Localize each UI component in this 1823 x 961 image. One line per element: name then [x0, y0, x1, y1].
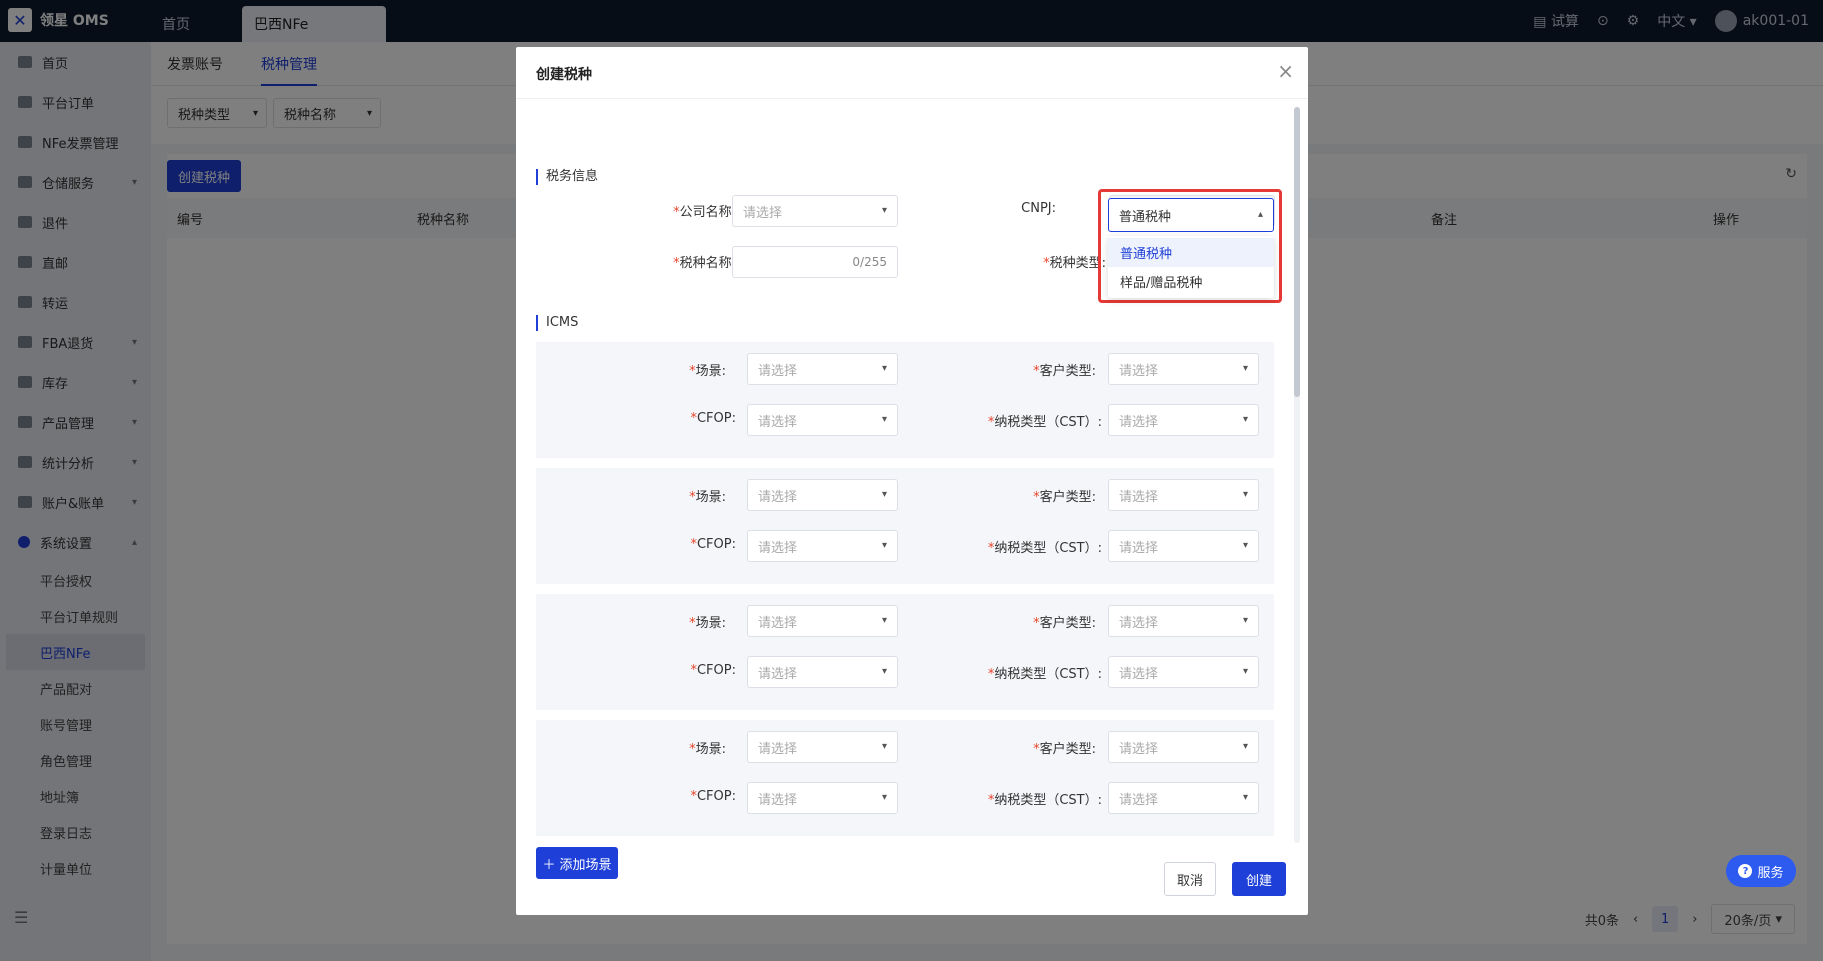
chevron-down-icon: ▾ [1242, 540, 1248, 551]
customer-type-label: *客户类型: [1033, 742, 1096, 757]
customer-type-label: *客户类型: [1033, 616, 1096, 631]
company-label: *公司名称: [673, 205, 736, 220]
cst-select[interactable]: 请选择 ▾ [1108, 530, 1259, 562]
section-tax-info: 税务信息 [536, 169, 598, 185]
scene-block: *场景: 请选择 ▾ *客户类型: 请选择 ▾ *CFOP: 请选择 ▾ *纳税类型（… [536, 720, 1274, 836]
scene-label: *场景: [689, 490, 726, 505]
chevron-down-icon: ▾ [881, 741, 887, 752]
scene-label: *场景: [689, 742, 726, 757]
help-icon: ? [1738, 864, 1753, 878]
cst-label: *纳税类型（CST）: [987, 541, 1102, 556]
cst-label: *纳税类型（CST）: [987, 415, 1102, 430]
cst-select[interactable]: 请选择 ▾ [1108, 656, 1259, 688]
tax-type-option-sample[interactable]: 样品/赠品税种 [1108, 267, 1274, 296]
cfop-label: *CFOP: [690, 663, 736, 678]
tax-type-label: *税种类型: [1043, 256, 1106, 271]
cfop-label: *CFOP: [690, 789, 736, 804]
customer-type-select[interactable]: 请选择 ▾ [1108, 731, 1259, 763]
tax-type-option-normal[interactable]: 普通税种 [1108, 238, 1274, 267]
create-tax-modal: 创建税种 × 税务信息 *公司名称: 请选择 ▾ CNPJ: *税种名称: 0/2… [516, 47, 1308, 915]
scene-select[interactable]: 请选择 ▾ [747, 605, 898, 637]
scene-select[interactable]: 请选择 ▾ [747, 479, 898, 511]
chevron-down-icon: ▾ [1242, 666, 1248, 677]
cst-label: *纳税类型（CST）: [987, 667, 1102, 682]
company-select[interactable]: 请选择 ▾ [732, 195, 898, 227]
cfop-select[interactable]: 请选择 ▾ [747, 782, 898, 814]
scene-label: *场景: [689, 616, 726, 631]
chevron-down-icon: ▾ [881, 792, 887, 803]
plus-icon: ＋ [542, 857, 556, 873]
cfop-label: *CFOP: [690, 411, 736, 426]
customer-type-select[interactable]: 请选择 ▾ [1108, 605, 1259, 637]
cfop-label: *CFOP: [690, 537, 736, 552]
chevron-up-icon: ▴ [1257, 209, 1263, 220]
scene-block: *场景: 请选择 ▾ *客户类型: 请选择 ▾ *CFOP: 请选择 ▾ *纳税类型（… [536, 468, 1274, 584]
cfop-select[interactable]: 请选择 ▾ [747, 530, 898, 562]
chevron-down-icon: ▾ [881, 414, 887, 425]
customer-type-label: *客户类型: [1033, 490, 1096, 505]
chevron-down-icon: ▾ [1242, 414, 1248, 425]
chevron-down-icon: ▾ [1242, 792, 1248, 803]
cancel-button[interactable]: 取消 [1164, 862, 1216, 896]
create-button[interactable]: 创建 [1232, 862, 1286, 896]
chevron-down-icon: ▾ [881, 540, 887, 551]
service-button[interactable]: ? 服务 [1726, 855, 1796, 887]
chevron-down-icon: ▾ [881, 205, 887, 216]
cst-select[interactable]: 请选择 ▾ [1108, 782, 1259, 814]
chevron-down-icon: ▾ [1242, 489, 1248, 500]
scene-select[interactable]: 请选择 ▾ [747, 353, 898, 385]
add-scene-button[interactable]: ＋添加场景 [536, 847, 618, 879]
cst-select[interactable]: 请选择 ▾ [1108, 404, 1259, 436]
customer-type-select[interactable]: 请选择 ▾ [1108, 479, 1259, 511]
tax-name-label: *税种名称: [673, 256, 736, 271]
chevron-down-icon: ▾ [1242, 363, 1248, 374]
tax-type-dropdown: 普通税种 样品/赠品税种 [1108, 236, 1274, 298]
customer-type-label: *客户类型: [1033, 364, 1096, 379]
tax-type-select[interactable]: 普通税种 ▴ [1108, 198, 1274, 232]
customer-type-select[interactable]: 请选择 ▾ [1108, 353, 1259, 385]
close-icon[interactable]: × [1277, 59, 1294, 83]
scene-block: *场景: 请选择 ▾ *客户类型: 请选择 ▾ *CFOP: 请选择 ▾ *纳税类型（… [536, 342, 1274, 458]
cnpj-label: CNPJ: [1021, 201, 1056, 216]
scene-block: *场景: 请选择 ▾ *客户类型: 请选择 ▾ *CFOP: 请选择 ▾ *纳税类型（… [536, 594, 1274, 710]
scene-label: *场景: [689, 364, 726, 379]
cfop-select[interactable]: 请选择 ▾ [747, 656, 898, 688]
section-icms: ICMS [536, 315, 578, 331]
tax-name-input[interactable]: 0/255 [732, 246, 898, 278]
chevron-down-icon: ▾ [881, 666, 887, 677]
modal-title: 创建税种 [536, 67, 592, 83]
modal-header: 创建税种 × [516, 47, 1308, 99]
cst-label: *纳税类型（CST）: [987, 793, 1102, 808]
scene-select[interactable]: 请选择 ▾ [747, 731, 898, 763]
cfop-select[interactable]: 请选择 ▾ [747, 404, 898, 436]
chevron-down-icon: ▾ [1242, 615, 1248, 626]
chevron-down-icon: ▾ [881, 489, 887, 500]
chevron-down-icon: ▾ [881, 615, 887, 626]
chevron-down-icon: ▾ [1242, 741, 1248, 752]
chevron-down-icon: ▾ [881, 363, 887, 374]
